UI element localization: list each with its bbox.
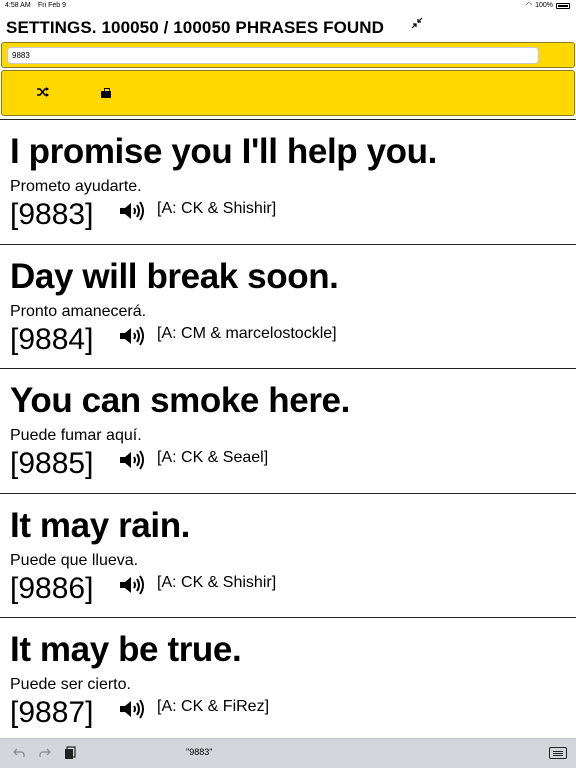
phrase-english: You can smoke here. [10,381,350,420]
tool-panel [1,70,575,116]
phrase-english: Day will break soon. [10,256,339,296]
wifi-icon: ◠ [525,2,533,9]
phrase-spanish: Pronto amanecerá. [10,302,147,320]
phrase-spanish: Puede fumar aquí. [10,427,142,444]
phrase-spanish: Puede que llueva. [10,551,139,569]
phrase-id: [9886] [10,571,94,605]
phrase-card[interactable]: Day will break soon. Pronto amanecerá. [… [0,243,576,369]
keyboard-shortcut-bar: "9883" [0,738,576,768]
phrase-card[interactable]: It may rain. Puede que llueva. [9886] [A… [0,492,576,618]
phrase-id: [9885] [10,447,94,480]
page-title[interactable]: SETTINGS. 100050 / 100050 PHRASES FOUND [6,18,384,38]
speaker-icon[interactable] [118,200,146,222]
collapse-arrows-icon[interactable] [410,17,424,31]
keyboard-icon[interactable] [549,747,567,759]
phrase-list: I promise you I'll help you. Prometo ayu… [0,119,576,742]
phrase-card[interactable]: You can smoke here. Puede fumar aquí. [9… [0,368,576,493]
speaker-icon[interactable] [118,574,146,596]
phrase-spanish: Puede ser cierto. [10,676,131,693]
speaker-icon[interactable] [118,325,146,347]
phrase-attribution: [A: CK & Shishir] [157,200,277,217]
status-right: ◠ 100% [526,0,570,12]
phrase-id: [9884] [10,322,94,356]
speaker-icon[interactable] [118,449,146,471]
search-input[interactable] [7,47,539,64]
phrase-card[interactable]: I promise you I'll help you. Prometo ayu… [0,119,576,244]
phrase-id: [9883] [10,198,94,231]
speaker-icon[interactable] [118,698,146,720]
phrase-english: It may be true. [10,630,242,669]
phrase-spanish: Prometo ayudarte. [10,178,142,195]
phrase-id: [9887] [10,696,94,729]
status-time: 4:58 AM [5,2,31,9]
phrase-attribution: [A: CM & marcelostockle] [157,324,337,342]
redo-icon[interactable] [37,746,53,762]
phrase-english: I promise you I'll help you. [10,132,437,171]
briefcase-icon[interactable] [98,86,114,102]
autocomplete-suggestion[interactable]: "9883" [186,747,212,757]
header: SETTINGS. 100050 / 100050 PHRASES FOUND [0,12,576,42]
phrase-attribution: [A: CK & FiRez] [157,698,270,715]
phrase-attribution: [A: CK & Shishir] [157,573,277,591]
phrase-english: It may rain. [10,505,190,545]
battery-percent: 100% [535,2,553,9]
status-date: Fri Feb 9 [38,2,67,9]
search-panel [1,42,575,68]
paste-icon[interactable] [62,746,78,762]
phrase-card[interactable]: It may be true. Puede ser cierto. [9887]… [0,617,576,742]
phrase-attribution: [A: CK & Seael] [157,449,269,466]
undo-icon[interactable] [11,746,27,762]
status-bar: 4:58 AM Fri Feb 9 ◠ 100% [0,0,576,12]
shuffle-icon[interactable] [35,86,51,102]
battery-icon [556,3,570,9]
